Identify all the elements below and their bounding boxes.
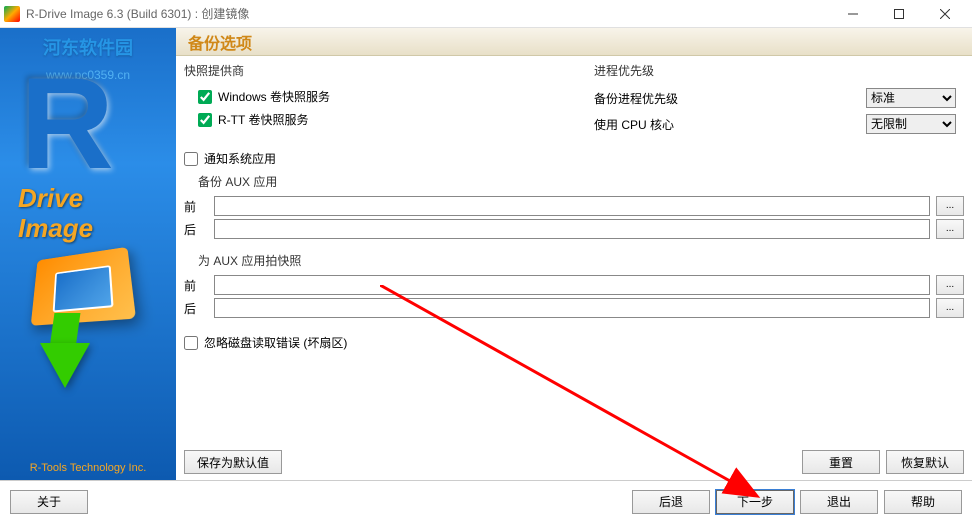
aux-snapshot-after-input[interactable]	[214, 298, 930, 318]
maximize-button[interactable]	[876, 0, 922, 28]
snapshot-provider-label: 快照提供商	[184, 62, 574, 79]
logo-drive-text: Drive	[18, 183, 83, 214]
aux-backup-after-label: 后	[184, 221, 208, 238]
back-button[interactable]: 后退	[632, 490, 710, 514]
rtt-snapshot-label: R-TT 卷快照服务	[218, 111, 308, 128]
notify-system-checkbox[interactable]: 通知系统应用	[184, 150, 964, 167]
backup-priority-select[interactable]: 标准	[866, 88, 956, 108]
aux-backup-after-input[interactable]	[214, 219, 930, 239]
minimize-button[interactable]	[830, 0, 876, 28]
options-button-bar: 保存为默认值 重置 恢复默认	[184, 450, 964, 474]
aux-backup-label: 备份 AUX 应用	[198, 173, 964, 190]
aux-snapshot-after-browse[interactable]: ...	[936, 298, 964, 318]
help-button[interactable]: 帮助	[884, 490, 962, 514]
logo-image-text: Image	[18, 213, 93, 244]
backup-priority-label: 备份进程优先级	[594, 90, 678, 107]
content-panel: 备份选项 快照提供商 Windows 卷快照服务 R-TT 卷快照服务 进程优先…	[176, 28, 972, 480]
aux-backup-before-input[interactable]	[214, 196, 930, 216]
ignore-errors-input[interactable]	[184, 336, 198, 350]
windows-snapshot-checkbox[interactable]: Windows 卷快照服务	[198, 88, 574, 105]
restore-default-button[interactable]: 恢复默认	[886, 450, 964, 474]
rtt-snapshot-checkbox[interactable]: R-TT 卷快照服务	[198, 111, 574, 128]
ignore-errors-label: 忽略磁盘读取错误 (坏扇区)	[204, 334, 347, 351]
close-button[interactable]	[922, 0, 968, 28]
notify-system-label: 通知系统应用	[204, 150, 276, 167]
about-button[interactable]: 关于	[10, 490, 88, 514]
app-icon	[4, 6, 20, 22]
aux-snapshot-before-browse[interactable]: ...	[936, 275, 964, 295]
ignore-errors-checkbox[interactable]: 忽略磁盘读取错误 (坏扇区)	[184, 334, 964, 351]
aux-backup-before-label: 前	[184, 198, 208, 215]
folder-graphic-icon	[30, 248, 140, 388]
window-title: R-Drive Image 6.3 (Build 6301) : 创建镜像	[26, 5, 830, 22]
notify-system-input[interactable]	[184, 152, 198, 166]
save-default-button[interactable]: 保存为默认值	[184, 450, 282, 474]
aux-snapshot-before-label: 前	[184, 277, 208, 294]
next-button[interactable]: 下一步	[716, 490, 794, 514]
priority-label: 进程优先级	[594, 62, 956, 79]
page-title: 备份选项	[176, 28, 972, 56]
aux-snapshot-label: 为 AUX 应用拍快照	[198, 252, 964, 269]
footer-bar: 关于 后退 下一步 退出 帮助	[0, 480, 972, 522]
cpu-cores-label: 使用 CPU 核心	[594, 116, 674, 133]
cpu-cores-select[interactable]: 无限制	[866, 114, 956, 134]
windows-snapshot-label: Windows 卷快照服务	[218, 88, 330, 105]
company-footer: R-Tools Technology Inc.	[0, 462, 176, 474]
reset-button[interactable]: 重置	[802, 450, 880, 474]
windows-snapshot-input[interactable]	[198, 90, 212, 104]
sidebar: 河东软件园 www.pc0359.cn R Drive Image R-Tool…	[0, 28, 176, 480]
aux-snapshot-after-label: 后	[184, 300, 208, 317]
aux-backup-after-browse[interactable]: ...	[936, 219, 964, 239]
window-controls	[830, 0, 968, 28]
rtt-snapshot-input[interactable]	[198, 113, 212, 127]
logo-r-icon: R	[20, 58, 150, 188]
options-area: 快照提供商 Windows 卷快照服务 R-TT 卷快照服务 进程优先级 备份进…	[176, 56, 972, 360]
aux-backup-before-browse[interactable]: ...	[936, 196, 964, 216]
exit-button[interactable]: 退出	[800, 490, 878, 514]
titlebar: R-Drive Image 6.3 (Build 6301) : 创建镜像	[0, 0, 972, 28]
main-area: 河东软件园 www.pc0359.cn R Drive Image R-Tool…	[0, 28, 972, 480]
aux-snapshot-before-input[interactable]	[214, 275, 930, 295]
